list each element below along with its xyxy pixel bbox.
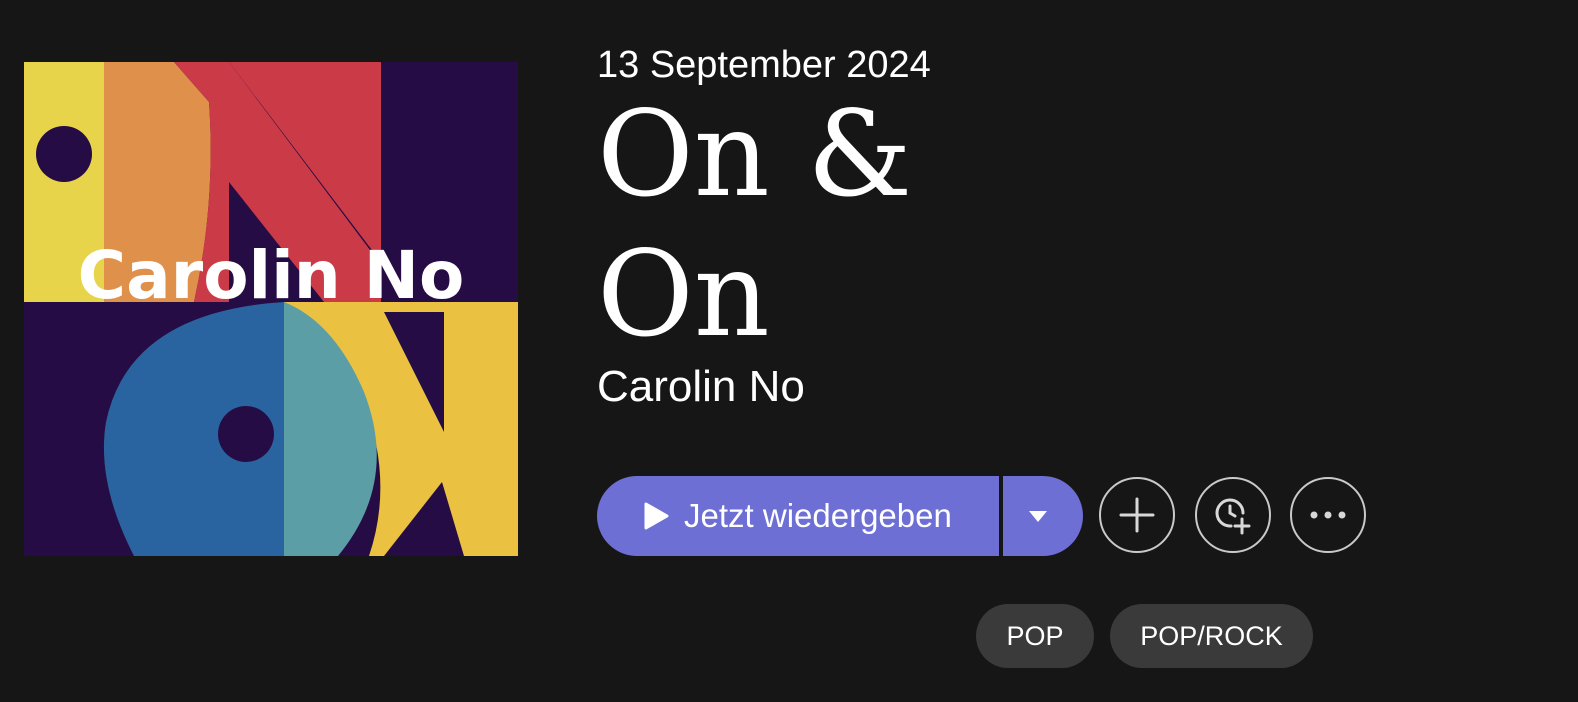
- play-icon: [644, 502, 669, 530]
- add-to-library-button[interactable]: [1099, 477, 1175, 553]
- album-cover-art: Carolin No: [24, 62, 518, 556]
- album-title: On & On: [597, 85, 913, 363]
- play-now-label: Jetzt wiedergeben: [684, 497, 952, 534]
- more-options-button[interactable]: [1290, 477, 1366, 553]
- clock-plus-icon: [1215, 498, 1251, 535]
- play-options-dropdown[interactable]: [1003, 476, 1083, 556]
- genre-tag-pop-rock[interactable]: POP/ROCK: [1110, 604, 1313, 668]
- artist-link[interactable]: Carolin No: [597, 360, 805, 414]
- release-date: 13 September 2024: [597, 44, 931, 86]
- album-cover[interactable]: Carolin No: [24, 62, 518, 556]
- play-now-button[interactable]: Jetzt wiedergeben: [597, 476, 999, 556]
- cover-text: Carolin No: [78, 237, 465, 314]
- caret-down-icon: [1029, 511, 1047, 522]
- genre-tag-pop[interactable]: POP: [976, 604, 1094, 668]
- more-dots-icon: [1310, 511, 1346, 519]
- watch-later-button[interactable]: [1195, 477, 1271, 553]
- plus-icon: [1119, 497, 1155, 533]
